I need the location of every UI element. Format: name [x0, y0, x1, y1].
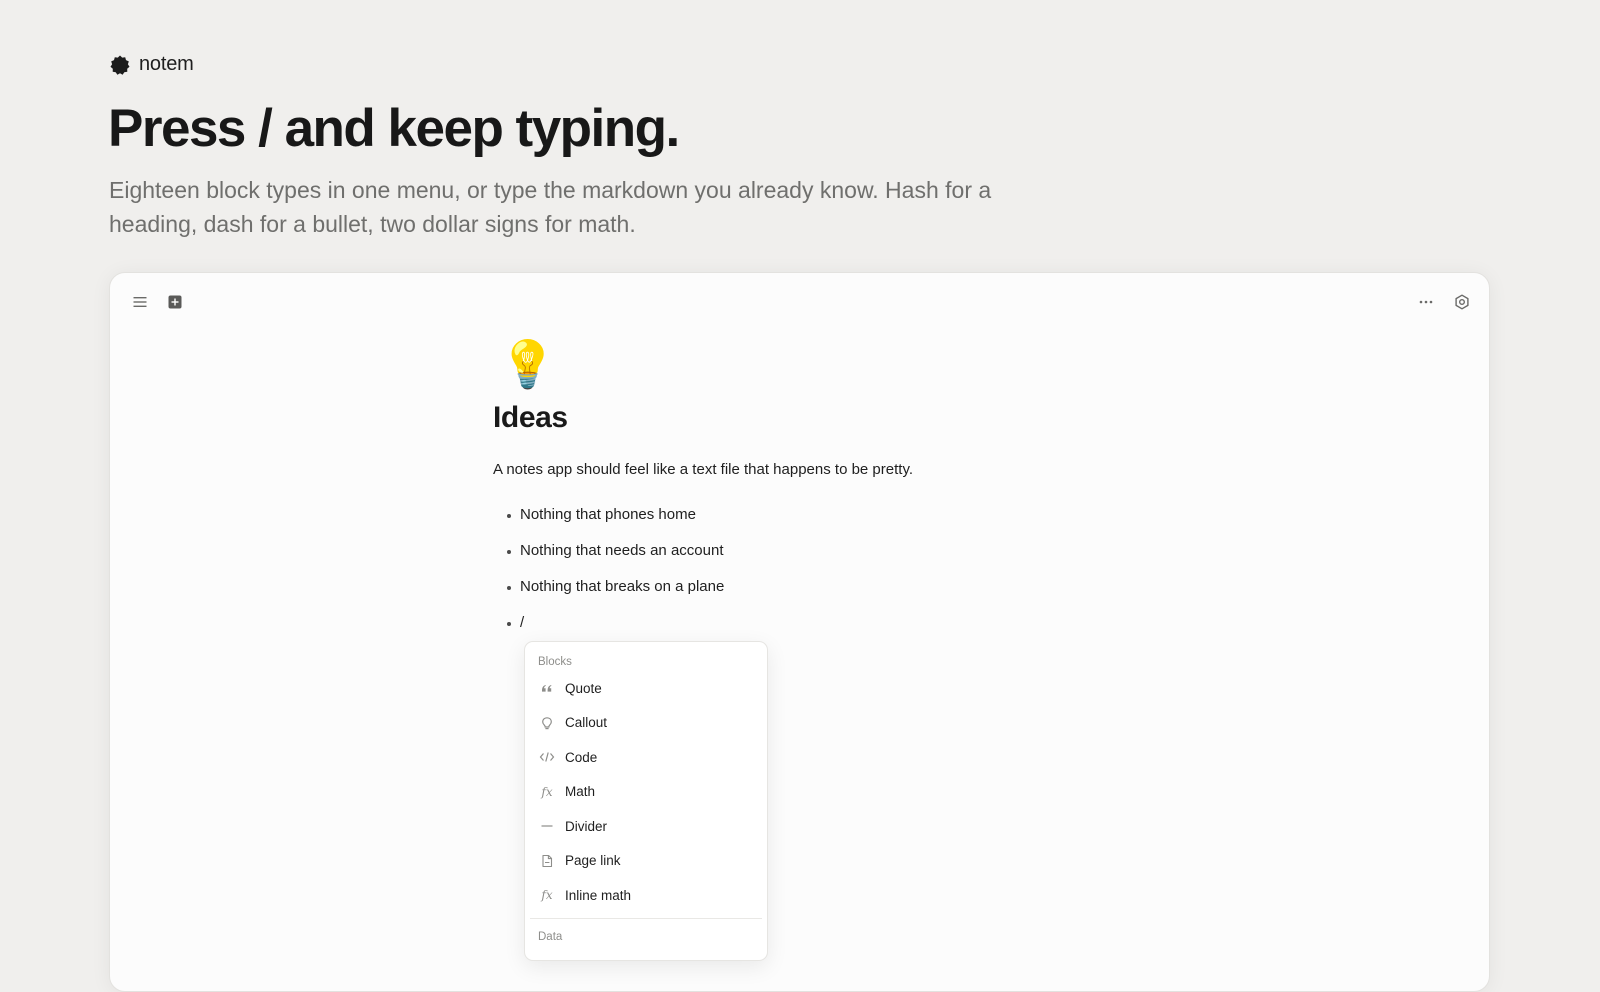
menu-item-page-link[interactable]: Page link	[525, 844, 767, 879]
paragraph-block[interactable]: A notes app should feel like a text file…	[493, 460, 1193, 480]
menu-item-label: Inline math	[565, 887, 632, 903]
settings-icon[interactable]	[1451, 291, 1473, 313]
menu-item-math[interactable]: 𝑓x Math	[525, 775, 767, 810]
bullet-item[interactable]: Nothing that breaks on a plane	[493, 568, 1193, 604]
bullet-item[interactable]: Nothing that needs an account	[493, 532, 1193, 568]
menu-item-label: Page link	[565, 853, 621, 869]
slash-command-menu: Blocks Quote Callout Code 𝑓x Math Divide…	[524, 641, 768, 961]
bullet-dot-icon	[507, 514, 511, 518]
menu-section-data: Data	[538, 930, 563, 943]
menu-section-blocks: Blocks	[538, 656, 572, 668]
menu-item-label: Divider	[565, 818, 608, 834]
page-title[interactable]: Ideas	[493, 401, 1193, 435]
bullet-dot-icon	[507, 586, 511, 590]
bullet-text: /	[520, 613, 525, 631]
menu-item-label: Code	[565, 749, 598, 765]
menu-item-code[interactable]: Code	[525, 740, 767, 775]
divider-icon	[539, 818, 555, 834]
menu-item-label: Quote	[565, 680, 602, 696]
menu-icon[interactable]	[129, 291, 151, 313]
bullet-dot-icon	[507, 622, 511, 626]
menu-item-callout[interactable]: Callout	[525, 706, 767, 741]
more-icon[interactable]	[1415, 291, 1437, 313]
quote-icon	[539, 680, 555, 696]
bullet-list: Nothing that phones home Nothing that ne…	[493, 496, 1193, 640]
math-icon: 𝑓x	[541, 784, 553, 799]
menu-item-label: Math	[565, 784, 596, 800]
menu-divider	[530, 917, 762, 919]
hero-subtitle: Eighteen block types in one menu, or typ…	[109, 177, 992, 237]
new-page-icon[interactable]	[164, 291, 186, 313]
bullet-dot-icon	[507, 550, 511, 554]
menu-item-quote[interactable]: Quote	[525, 671, 767, 706]
page-emoji[interactable]: 💡	[499, 337, 1193, 393]
brand-name: notem	[139, 53, 194, 75]
menu-item-divider[interactable]: Divider	[525, 809, 767, 844]
bullet-text: Nothing that breaks on a plane	[520, 577, 725, 595]
app-window: 💡 Ideas A notes app should feel like a t…	[109, 272, 1490, 992]
bullet-text: Nothing that needs an account	[520, 541, 724, 559]
callout-icon	[539, 715, 555, 731]
bullet-text: Nothing that phones home	[520, 505, 696, 523]
hero-title: Press / and keep typing.	[108, 99, 680, 158]
bullet-item-active[interactable]: /	[493, 604, 1193, 640]
code-icon	[539, 749, 555, 765]
menu-item-inline-math[interactable]: 𝑓x Inline math	[525, 878, 767, 913]
page-link-icon	[539, 853, 555, 869]
notem-logo-icon	[109, 54, 131, 76]
brand[interactable]: notem	[109, 53, 194, 76]
menu-item-label: Callout	[565, 715, 608, 731]
document: 💡 Ideas A notes app should feel like a t…	[493, 337, 1193, 640]
inline-math-icon: 𝑓x	[541, 888, 553, 903]
bullet-item[interactable]: Nothing that phones home	[493, 496, 1193, 532]
